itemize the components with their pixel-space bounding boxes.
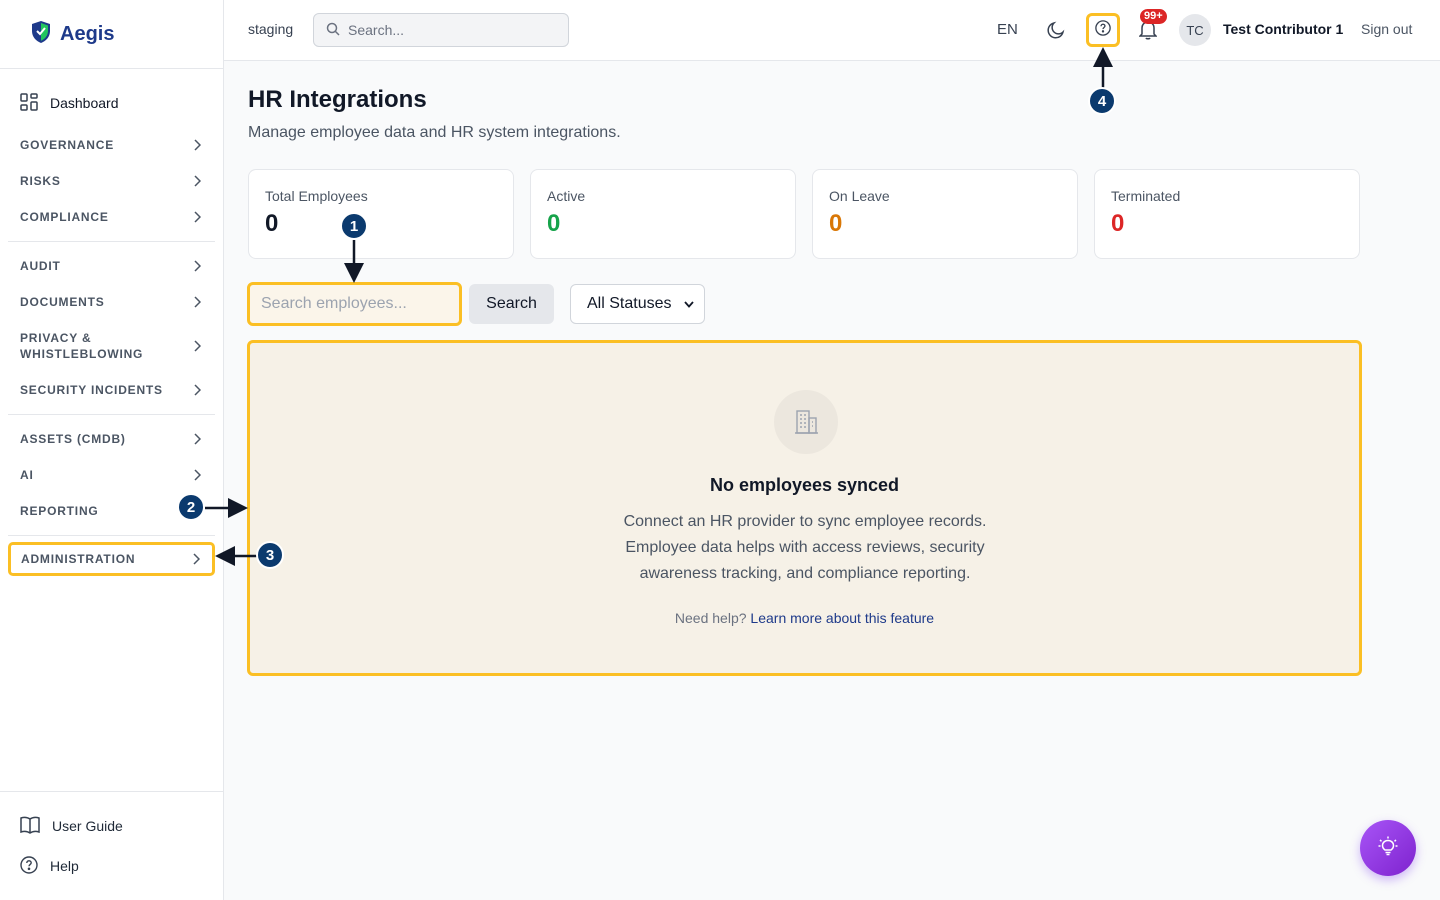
stat-card-on-leave: On Leave 0 [812,169,1078,259]
stat-value: 0 [829,210,843,237]
building-icon [774,390,838,454]
status-filter-select[interactable]: All Statuses [570,284,705,324]
stat-card-total: Total Employees 0 [248,169,514,259]
stat-card-terminated: Terminated 0 [1094,169,1360,259]
sidebar-item-label: ADMINISTRATION [21,552,136,566]
sidebar-item-documents[interactable]: DOCUMENTS [8,284,215,320]
search-icon [326,22,340,39]
page-title: HR Integrations [248,86,427,113]
help-circle-icon [1095,19,1111,41]
book-icon [20,816,40,837]
sidebar-divider [8,241,215,242]
stat-value: 0 [547,210,561,237]
annotation-marker-4: 4 [1088,87,1116,115]
chevron-right-icon [193,433,201,445]
lightbulb-icon [1377,835,1399,862]
chevron-right-icon [193,469,201,481]
employee-search-input[interactable] [247,282,462,326]
sidebar-divider [8,414,215,415]
chevron-right-icon [193,175,201,187]
search-button[interactable]: Search [469,284,554,324]
sidebar-divider [8,535,215,536]
stat-label: On Leave [829,188,890,204]
annotation-marker-3: 3 [256,541,284,569]
sidebar-item-security-incidents[interactable]: SECURITY INCIDENTS [8,372,215,408]
sidebar-item-label: AUDIT [20,259,61,273]
chevron-right-icon [193,340,201,352]
sidebar-item-dashboard[interactable]: Dashboard [8,89,215,117]
sidebar-item-compliance[interactable]: COMPLIANCE [8,199,215,235]
chevron-right-icon [193,260,201,272]
sign-out-link[interactable]: Sign out [1361,21,1412,37]
topbar: staging Search... EN 99+ TC Test Contrib… [224,0,1440,61]
help-circle-icon [20,855,38,877]
stat-label: Terminated [1111,188,1181,204]
stat-value: 0 [265,210,279,237]
sidebar-footer: User Guide Help [0,791,223,900]
brand-name: Aegis [60,22,115,45]
environment-label: staging [248,21,294,37]
empty-state-description: Connect an HR provider to sync employee … [623,513,987,582]
status-filter-value: All Statuses [587,295,672,312]
sidebar-item-governance[interactable]: GOVERNANCE [8,127,215,163]
shield-logo-icon [30,20,52,49]
avatar[interactable]: TC [1179,14,1211,46]
ai-assistant-button[interactable] [1360,820,1416,876]
chevron-right-icon [193,384,201,396]
sidebar-item-privacy[interactable]: PRIVACY & WHISTLEBLOWING [8,320,215,372]
sidebar-item-administration[interactable]: ADMINISTRATION [8,542,215,576]
sidebar-item-risks[interactable]: RISKS [8,163,215,199]
stat-card-active: Active 0 [530,169,796,259]
sidebar-item-label: AI [20,468,34,482]
help-prefix: Need help? [674,610,747,626]
chevron-right-icon [193,296,201,308]
chevron-right-icon [192,553,200,565]
sidebar-item-audit[interactable]: AUDIT [8,248,215,284]
sidebar-item-ai[interactable]: AI [8,457,215,493]
dashboard-grid-icon [20,92,38,114]
help-label: Help [50,858,79,874]
stat-label: Total Employees [265,188,368,204]
page-subtitle: Manage employee data and HR system integ… [248,124,621,141]
sidebar-item-label: RISKS [20,174,61,188]
sidebar-item-label: GOVERNANCE [20,138,115,152]
user-name[interactable]: Test Contributor 1 [1223,21,1343,37]
sidebar-item-label: REPORTING [20,504,99,518]
sidebar-item-label: SECURITY INCIDENTS [20,383,163,397]
annotation-marker-2: 2 [177,493,205,521]
chevron-down-icon [684,295,694,313]
user-guide-link[interactable]: User Guide [20,806,223,846]
moon-icon[interactable] [1046,20,1066,45]
help-button[interactable] [1086,13,1120,47]
user-guide-label: User Guide [52,818,123,834]
annotation-marker-1: 1 [340,212,368,240]
empty-state-help: Need help? Learn more about this feature [250,610,1359,626]
sidebar: Aegis Dashboard GOVERNANCE RISKS COMPLIA… [0,0,224,900]
brand[interactable]: Aegis [0,0,223,69]
global-search-input[interactable]: Search... [313,13,569,47]
sidebar-item-label: COMPLIANCE [20,210,109,224]
empty-state-panel: No employees synced Connect an HR provid… [247,340,1362,676]
sidebar-item-label: ASSETS (CMDB) [20,432,126,446]
chevron-right-icon [193,211,201,223]
sidebar-item-assets[interactable]: ASSETS (CMDB) [8,421,215,457]
sidebar-item-label: PRIVACY & WHISTLEBLOWING [20,331,144,361]
language-switcher[interactable]: EN [997,21,1018,38]
sidebar-item-label: DOCUMENTS [20,295,105,309]
stat-value: 0 [1111,210,1125,237]
chevron-right-icon [193,139,201,151]
notification-badge: 99+ [1140,9,1167,24]
sidebar-item-label: Dashboard [50,95,119,111]
help-link[interactable]: Help [20,846,223,886]
global-search-placeholder: Search... [348,22,405,38]
empty-state-title: No employees synced [709,475,900,495]
stat-label: Active [547,188,586,204]
learn-more-link[interactable]: Learn more about this feature [750,610,934,626]
